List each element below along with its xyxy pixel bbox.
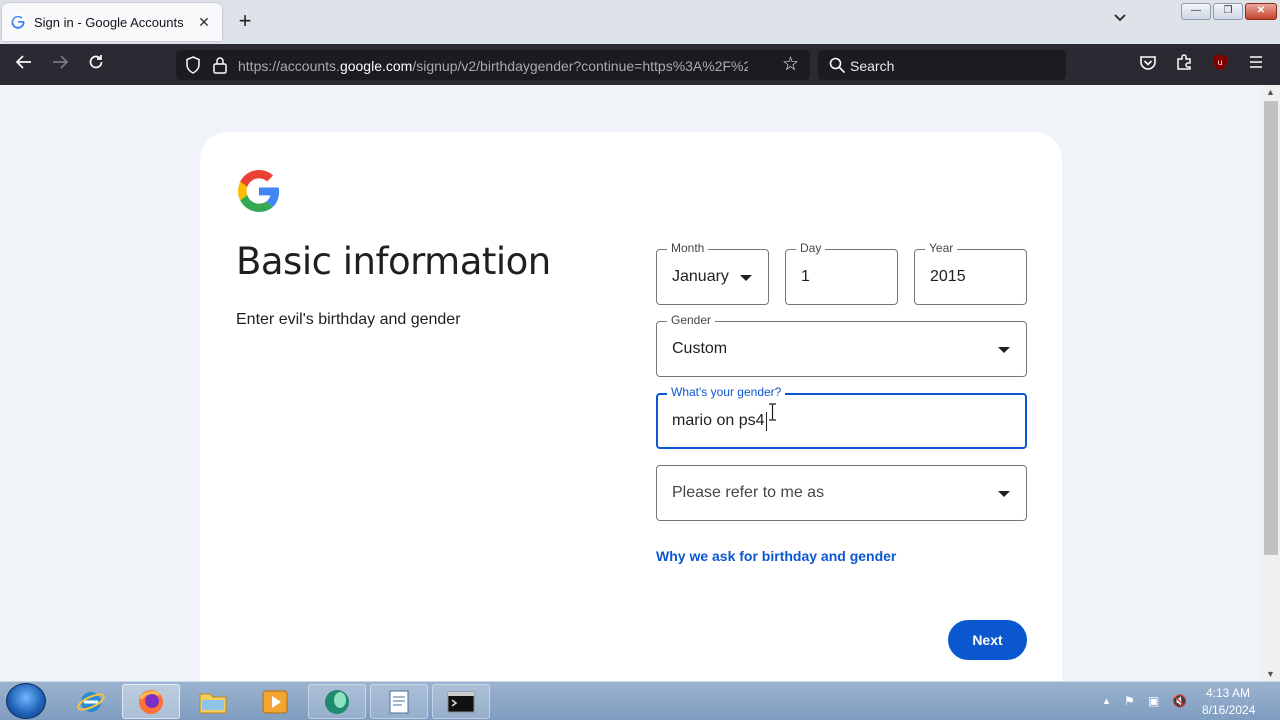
window-close-button[interactable]: ✕ [1245, 3, 1277, 20]
folder-icon [199, 693, 227, 713]
extensions-puzzle-icon[interactable] [1172, 53, 1196, 77]
url-domain: google.com [339, 58, 413, 74]
pronoun-select[interactable]: Please refer to me as [656, 465, 1027, 521]
lock-icon[interactable] [212, 54, 228, 76]
dropdown-arrow-icon [998, 347, 1010, 353]
dropdown-arrow-icon [998, 491, 1010, 497]
taskbar-internet-explorer[interactable] [62, 684, 120, 719]
taskbar-app-globe[interactable] [308, 684, 366, 719]
google-favicon-icon [10, 14, 26, 30]
taskbar-firefox[interactable] [122, 684, 180, 719]
media-player-icon [262, 690, 288, 713]
dropdown-arrow-icon [740, 275, 752, 281]
back-arrow-icon[interactable] [12, 53, 36, 77]
taskbar-wordpad[interactable] [370, 684, 428, 719]
year-input[interactable]: Year 2015 [914, 241, 1027, 305]
url-path: /signup/v2/birthdaygender?continue=https… [412, 58, 748, 74]
taskbar-command-prompt[interactable] [432, 684, 490, 719]
page-title: Basic information [236, 240, 551, 283]
tab-title: Sign in - Google Accounts [34, 14, 184, 30]
reload-icon[interactable] [84, 53, 108, 77]
month-value: January [672, 268, 729, 285]
ublock-origin-icon[interactable]: u [1208, 53, 1232, 77]
window-minimize-button[interactable]: — [1181, 3, 1211, 20]
page-subtitle: Enter evil's birthday and gender [236, 311, 461, 328]
google-logo-icon [238, 170, 280, 212]
scroll-down-arrow-icon[interactable]: ▼ [1266, 669, 1275, 679]
forward-arrow-icon[interactable] [48, 53, 72, 77]
day-value: 1 [801, 268, 810, 285]
clock-time[interactable]: 4:13 AM [1206, 686, 1250, 700]
show-hidden-icons-icon[interactable]: ▲ [1102, 696, 1111, 706]
url-text[interactable]: https://accounts.google.com/signup/v2/bi… [238, 58, 748, 74]
signup-card: Basic information Enter evil's birthday … [200, 132, 1062, 681]
search-placeholder: Search [850, 58, 895, 74]
next-button[interactable]: Next [948, 620, 1027, 660]
network-icon[interactable]: ▣ [1148, 694, 1159, 708]
scroll-thumb[interactable] [1264, 101, 1278, 555]
page-viewport: Basic information Enter evil's birthday … [0, 85, 1262, 681]
action-center-flag-icon[interactable]: ⚑ [1124, 694, 1135, 708]
hamburger-menu-icon[interactable] [1244, 53, 1268, 77]
taskbar-media-player[interactable] [246, 684, 304, 719]
page-scrollbar[interactable]: ▲ ▼ [1262, 85, 1280, 681]
search-icon [829, 57, 846, 74]
scroll-up-arrow-icon[interactable]: ▲ [1266, 87, 1275, 97]
url-prefix: https://accounts. [238, 58, 340, 74]
firefox-icon [139, 689, 163, 714]
tracking-protection-shield-icon[interactable] [184, 54, 202, 76]
clock-date[interactable]: 8/16/2024 [1202, 703, 1255, 717]
globe-app-icon [325, 689, 349, 714]
pronoun-placeholder: Please refer to me as [672, 484, 825, 501]
window-maximize-button[interactable]: ❐ [1213, 3, 1243, 20]
gender-label: Gender [667, 313, 716, 327]
taskbar-file-explorer[interactable] [184, 684, 242, 719]
navigation-toolbar: https://accounts.google.com/signup/v2/bi… [0, 44, 1280, 104]
bookmark-star-icon[interactable]: ☆ [782, 53, 799, 76]
address-bar[interactable]: https://accounts.google.com/signup/v2/bi… [176, 50, 810, 80]
active-tab[interactable]: Sign in - Google Accounts ✕ [2, 3, 222, 41]
month-select[interactable]: Month January [656, 241, 769, 305]
volume-muted-icon[interactable]: 🔇 [1172, 694, 1187, 708]
tab-close-icon[interactable]: ✕ [194, 14, 214, 31]
start-button[interactable] [6, 683, 46, 719]
gender-select[interactable]: Gender Custom [656, 313, 1027, 377]
command-prompt-icon [447, 691, 475, 712]
gender-value: Custom [672, 340, 728, 357]
internet-explorer-icon [77, 691, 105, 712]
why-we-ask-link[interactable]: Why we ask for birthday and gender [656, 548, 896, 564]
month-label: Month [667, 241, 709, 255]
day-label: Day [796, 241, 826, 255]
ibeam-cursor-icon [769, 403, 776, 421]
custom-gender-label: What's your gender? [667, 385, 786, 399]
tab-strip: Sign in - Google Accounts ✕ + — ❐ ✕ [0, 0, 1280, 44]
system-tray: ▲ ⚑ ▣ 🔇 4:13 AM 8/16/2024 [1098, 682, 1280, 720]
document-app-icon [389, 690, 409, 713]
windows-taskbar: ▲ ⚑ ▣ 🔇 4:13 AM 8/16/2024 [0, 681, 1280, 720]
pocket-icon[interactable] [1136, 53, 1160, 77]
search-bar[interactable]: Search [818, 50, 1066, 80]
new-tab-button[interactable]: + [232, 9, 258, 35]
year-value: 2015 [930, 268, 966, 285]
year-label: Year [925, 241, 958, 255]
custom-gender-input[interactable]: What's your gender? mario on ps4 [656, 385, 1027, 449]
svg-text:u: u [1217, 58, 1222, 67]
text-caret [766, 412, 767, 431]
custom-gender-value: mario on ps4 [672, 412, 765, 429]
day-input[interactable]: Day 1 [785, 241, 898, 305]
list-all-tabs-icon[interactable] [1108, 12, 1132, 32]
